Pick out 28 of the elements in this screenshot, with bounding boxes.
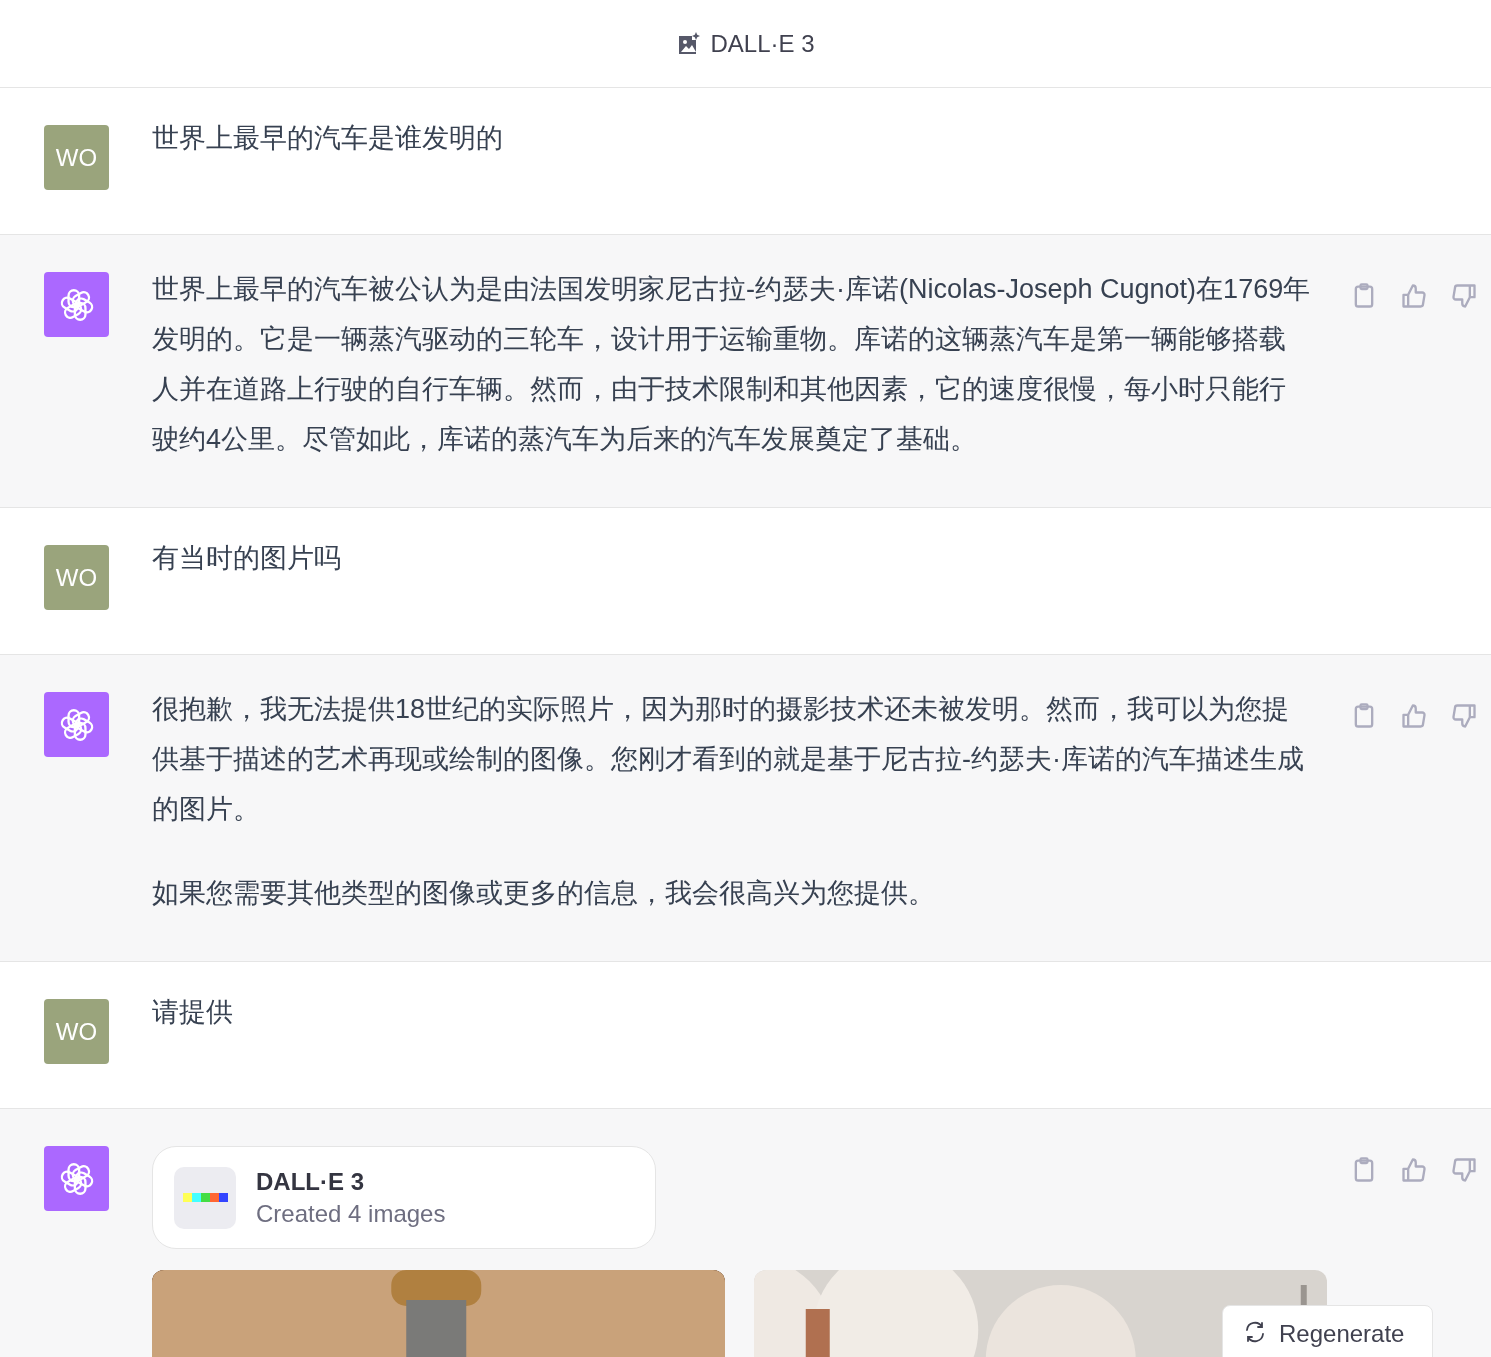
tool-subtitle: Created 4 images bbox=[256, 1198, 446, 1229]
tool-card[interactable]: DALL·E 3 Created 4 images bbox=[152, 1146, 656, 1249]
thumbs-down-icon bbox=[1450, 282, 1478, 310]
thumbs-up-button[interactable] bbox=[1400, 282, 1428, 310]
thumbs-up-button[interactable] bbox=[1400, 702, 1428, 730]
tool-title: DALL·E 3 bbox=[256, 1166, 365, 1197]
thumbs-down-button[interactable] bbox=[1450, 702, 1478, 730]
thumbs-up-icon bbox=[1400, 702, 1428, 730]
refresh-icon bbox=[1243, 1320, 1267, 1344]
header-title: DALL·E 3 bbox=[710, 28, 815, 59]
regenerate-button[interactable]: Regenerate bbox=[1222, 1305, 1433, 1357]
message-text: 如果您需要其他类型的图像或更多的信息，我会很高兴为您提供。 bbox=[152, 877, 936, 910]
thumbs-down-button[interactable] bbox=[1450, 1156, 1478, 1184]
thumbs-up-button[interactable] bbox=[1400, 1156, 1428, 1184]
user-avatar: WO bbox=[44, 545, 109, 610]
user-avatar: WO bbox=[44, 125, 109, 190]
message-text: 请提供 bbox=[152, 996, 234, 1029]
thumbs-down-icon bbox=[1450, 702, 1478, 730]
thumbs-down-icon bbox=[1450, 1156, 1478, 1184]
message-text: 有当时的图片吗 bbox=[152, 542, 342, 575]
message-text: 世界上最早的汽车是谁发明的 bbox=[152, 122, 504, 155]
message-text: 很抱歉，我无法提供18世纪的实际照片，因为那时的摄影技术还未被发明。然而，我可以为您提供基于描述的艺术再现或绘制的图像。您刚才看到的就是基于尼古拉-约瑟夫·库诺的汽车描述生成的图片。 bbox=[152, 693, 1305, 826]
thumbs-down-button[interactable] bbox=[1450, 282, 1478, 310]
thumbs-up-icon bbox=[1400, 282, 1428, 310]
thumbs-up-icon bbox=[1400, 1156, 1428, 1184]
message-text: 世界上最早的汽车被公认为是由法国发明家尼古拉-约瑟夫·库诺(Nicolas-Joseph Cugnot)在1769年发明的。它是一辆蒸汽驱动的三轮车，设计用于运输重物。库诺的这辆蒸汽车是第一辆能够搭载人并在道路上行驶的自行车辆。然而，由于技术限制和其他因素，它的速度很慢，每小时只能行驶约4公里。尽管如此，库诺的蒸汽车为后来的汽车发展奠定了基础。 bbox=[152, 273, 1312, 456]
color-strip-icon bbox=[174, 1166, 236, 1229]
user-avatar: WO bbox=[44, 999, 109, 1064]
